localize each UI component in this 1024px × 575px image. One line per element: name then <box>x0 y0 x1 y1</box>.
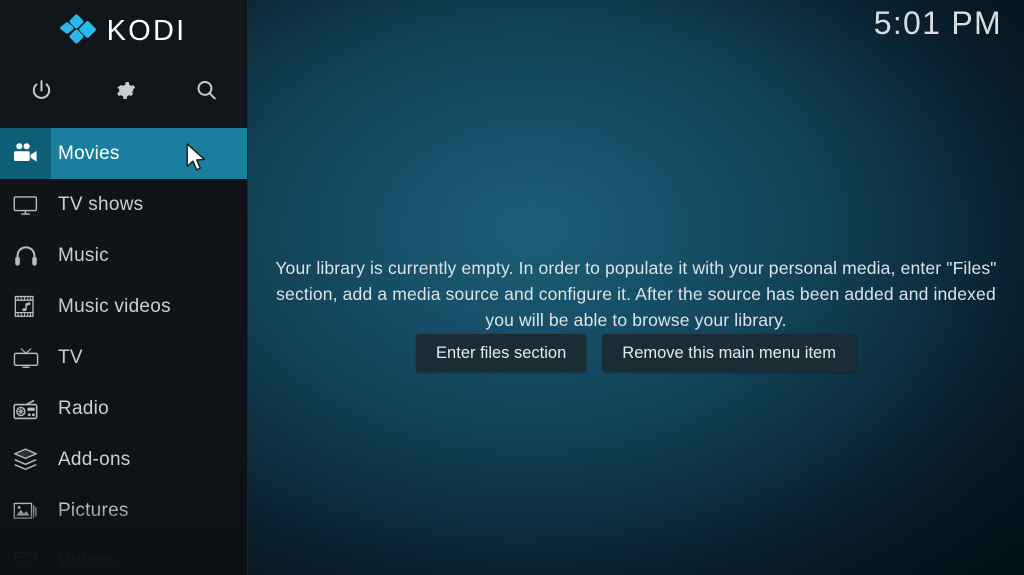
crt-tv-icon <box>0 332 51 383</box>
sidebar-item-label: Pictures <box>58 499 129 521</box>
sidebar-item-label: Radio <box>58 397 109 419</box>
power-button[interactable] <box>0 63 83 117</box>
radio-icon <box>0 383 51 434</box>
sidebar-item-label: Add-ons <box>58 448 131 470</box>
film-music-icon <box>0 281 51 332</box>
headphones-icon <box>0 230 51 281</box>
sidebar-item-videos[interactable]: Videos <box>0 536 247 575</box>
app-logo: KODI <box>0 8 247 54</box>
sidebar-menu: Movies TV shows Music Music videos TV Ra… <box>0 128 247 575</box>
sidebar-toolbar <box>0 63 247 117</box>
sidebar: KODI Movies TV shows Music Music videos … <box>0 0 248 575</box>
enter-files-section-button[interactable]: Enter files section <box>416 334 587 372</box>
sidebar-item-label: TV <box>58 346 83 368</box>
picture-icon <box>0 485 51 536</box>
sidebar-item-label: Movies <box>58 142 120 164</box>
kodi-logo-icon <box>58 13 97 46</box>
app-logo-text: KODI <box>106 14 187 47</box>
kodi-window: 5:01 PM Your library is currently empty.… <box>0 0 1024 575</box>
search-button[interactable] <box>165 63 247 117</box>
empty-library-message: Your library is currently empty. In orde… <box>275 258 997 330</box>
sidebar-item-music-videos[interactable]: Music videos <box>0 281 247 332</box>
television-icon <box>0 179 51 230</box>
sidebar-item-movies[interactable]: Movies <box>0 128 247 179</box>
sidebar-item-label: TV shows <box>58 193 144 215</box>
sidebar-item-pictures[interactable]: Pictures <box>0 485 247 536</box>
open-box-icon <box>0 434 51 485</box>
power-icon <box>29 78 54 103</box>
remove-menu-item-button[interactable]: Remove this main menu item <box>602 334 856 372</box>
gear-icon <box>112 78 137 103</box>
sidebar-item-label: Videos <box>58 550 118 572</box>
sidebar-item-tv-shows[interactable]: TV shows <box>0 179 247 230</box>
film-strip-icon <box>0 536 51 575</box>
sidebar-item-label: Music videos <box>58 295 171 317</box>
search-icon <box>194 78 219 103</box>
movie-camera-icon <box>0 128 51 179</box>
sidebar-item-label: Music <box>58 244 109 266</box>
action-button-row: Enter files section Remove this main men… <box>416 334 856 372</box>
sidebar-item-add-ons[interactable]: Add-ons <box>0 434 247 485</box>
sidebar-item-radio[interactable]: Radio <box>0 383 247 434</box>
sidebar-item-music[interactable]: Music <box>0 230 247 281</box>
sidebar-item-tv[interactable]: TV <box>0 332 247 383</box>
main-content: Your library is currently empty. In orde… <box>248 0 1024 575</box>
settings-button[interactable] <box>83 63 166 117</box>
